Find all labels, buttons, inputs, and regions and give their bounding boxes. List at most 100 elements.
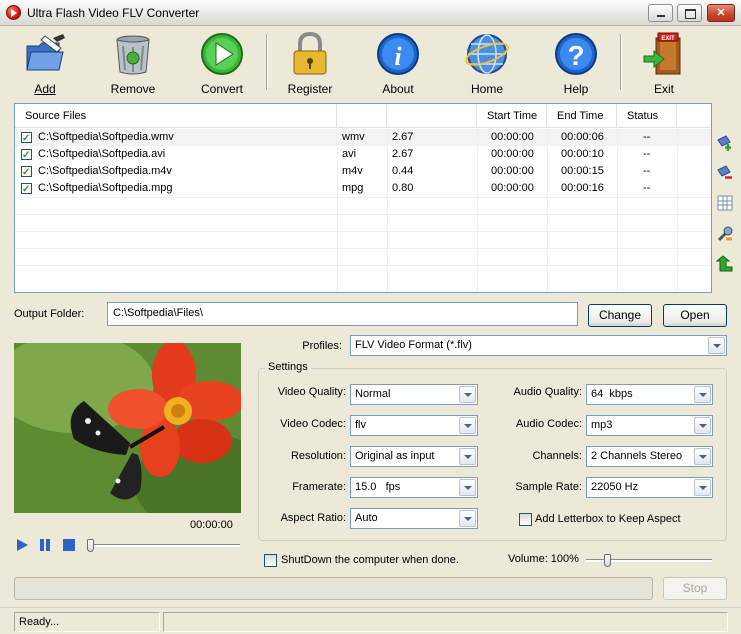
source-files-list[interactable]: Source Files Start Time End Time Status … [14,103,712,293]
file-end-time: 00:00:06 [561,131,604,143]
file-checkbox[interactable] [21,181,32,198]
seek-slider-thumb[interactable] [87,539,94,552]
channels-select[interactable]: 2 Channels Stereo [586,446,713,467]
chevron-down-icon [694,386,711,403]
aspect-ratio-select[interactable]: Auto [350,508,478,529]
file-status: -- [643,182,651,194]
svg-text:?: ? [567,40,584,71]
home-button[interactable]: Home [452,30,522,96]
file-row[interactable]: C:\Softpedia\Softpedia.m4v m4v 0.44 00:0… [15,163,711,181]
file-checkbox[interactable] [21,130,32,147]
resolution-label: Resolution: [290,450,346,462]
help-button[interactable]: ? Help [541,30,611,96]
seek-slider-track[interactable] [88,544,240,547]
volume-slider-thumb[interactable] [604,554,611,567]
help-icon: ? [555,33,597,75]
file-type: avi [342,148,357,160]
column-header-start-time[interactable]: Start Time [477,104,547,128]
framerate-select[interactable]: 15.0 fps [350,477,478,498]
remove-button[interactable]: Remove [98,30,168,96]
pause-icon[interactable] [38,538,52,552]
tools-icon[interactable] [716,225,734,243]
file-row[interactable]: C:\Softpedia\Softpedia.mpg mpg 0.80 00:0… [15,180,711,198]
grid-line [15,197,711,198]
chevron-down-icon [459,386,476,403]
convert-label: Convert [200,82,244,96]
close-button[interactable] [707,4,735,22]
file-size: 2.67 [392,148,414,160]
file-size: 2.67 [392,131,414,143]
shutdown-label: ShutDown the computer when done. [281,554,459,566]
output-folder-label: Output Folder: [14,308,85,320]
grid-line [15,265,711,266]
register-button[interactable]: Register [275,30,345,96]
stop-button[interactable]: Stop [663,577,727,600]
app-icon [6,5,21,20]
help-label: Help [563,82,589,96]
file-checkbox[interactable] [21,147,32,164]
sample-rate-select[interactable]: 22050 Hz [586,477,713,498]
letterbox-checkbox[interactable] [519,513,532,526]
status-text: Ready... [19,616,60,628]
audio-quality-select[interactable]: 64 kbps [586,384,713,405]
title-bar: Ultra Flash Video FLV Converter [0,0,741,26]
grid-line [617,128,618,292]
grid-view-icon[interactable] [716,194,734,212]
file-end-time: 00:00:10 [561,148,604,160]
about-button[interactable]: i About [363,30,433,96]
stop-icon[interactable] [62,538,76,552]
maximize-button[interactable] [677,4,702,22]
add-button[interactable]: Add [10,30,80,96]
convert-button[interactable]: Convert [187,30,257,96]
column-header-source-files[interactable]: Source Files [15,104,337,128]
column-header-type[interactable] [337,104,387,128]
shutdown-checkbox[interactable] [264,554,277,567]
export-arrow-icon[interactable] [716,255,734,273]
column-header-size[interactable] [387,104,477,128]
audio-codec-value: mp3 [591,419,613,431]
chevron-down-icon [459,448,476,465]
chevron-down-icon [694,479,711,496]
file-end-time: 00:00:15 [561,165,604,177]
exit-door-icon: EXIT [643,32,681,75]
settings-title: Settings [265,361,311,373]
file-start-time: 00:00:00 [491,182,534,194]
remove-file-icon[interactable] [716,164,734,182]
play-icon [201,33,243,75]
chevron-down-icon [459,417,476,434]
video-quality-label: Video Quality: [277,386,346,398]
resolution-select[interactable]: Original as input [350,446,478,467]
add-file-icon[interactable] [716,134,734,152]
channels-value: 2 Channels Stereo [591,450,683,462]
grid-line [477,128,478,292]
exit-button[interactable]: EXIT Exit [629,30,699,96]
file-row[interactable]: C:\Softpedia\Softpedia.avi avi 2.67 00:0… [15,146,711,164]
video-preview [14,343,241,513]
chevron-down-icon [459,479,476,496]
recycle-bin-icon [116,35,150,75]
file-status: -- [643,165,651,177]
file-path: C:\Softpedia\Softpedia.wmv [38,131,174,143]
file-size: 0.44 [392,165,414,177]
column-header-end-time[interactable]: End Time [547,104,617,128]
audio-codec-select[interactable]: mp3 [586,415,713,436]
channels-label: Channels: [532,450,582,462]
output-folder-field[interactable]: C:\Softpedia\Files\ [107,302,578,326]
output-folder-value: C:\Softpedia\Files\ [113,307,203,319]
change-button[interactable]: Change [588,304,652,327]
play-icon[interactable] [15,538,29,552]
profiles-value: FLV Video Format (*.flv) [355,339,472,351]
grid-line [15,248,711,249]
open-button[interactable]: Open [663,304,727,327]
minimize-button[interactable] [648,4,673,22]
file-row[interactable]: C:\Softpedia\Softpedia.wmv wmv 2.67 00:0… [15,129,711,147]
sample-rate-value: 22050 Hz [591,481,639,493]
chevron-down-icon [694,417,711,434]
column-header-status[interactable]: Status [617,104,677,128]
video-quality-select[interactable]: Normal [350,384,478,405]
video-codec-select[interactable]: flv [350,415,478,436]
file-checkbox[interactable] [21,164,32,181]
profiles-select[interactable]: FLV Video Format (*.flv) [350,335,727,356]
toolbar-separator [266,34,268,90]
status-pane [163,612,728,632]
